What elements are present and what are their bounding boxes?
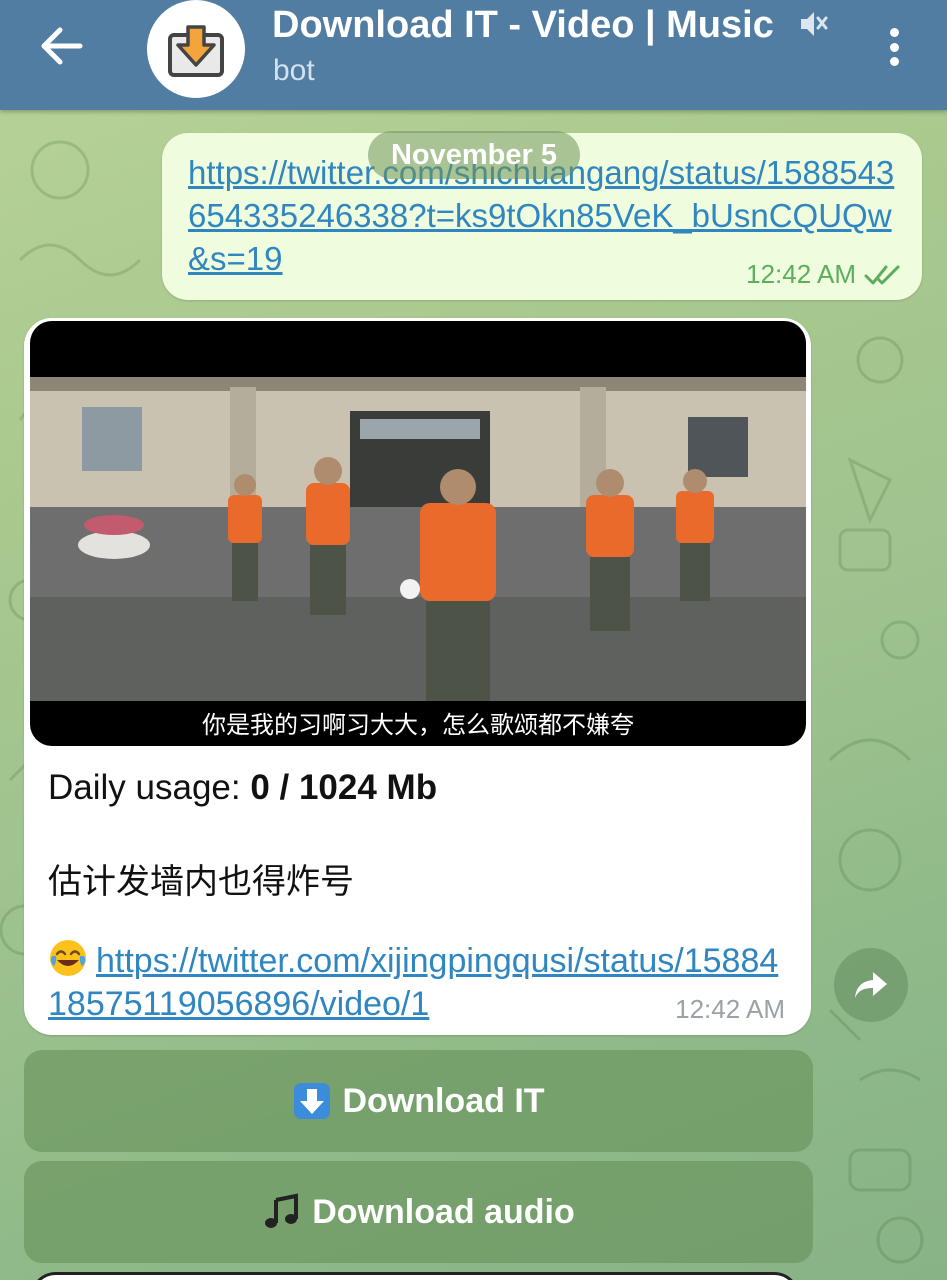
next-message-edge	[30, 1272, 800, 1280]
incoming-message[interactable]: 你是我的习啊习大大，怎么歌颂都不嫌夸 Daily usage: 0 / 1024…	[24, 318, 811, 1035]
video-subtitle: 你是我的习啊习大大，怎么歌颂都不嫌夸	[202, 711, 634, 739]
dot-icon	[889, 28, 899, 37]
incoming-link[interactable]: https://twitter.com/xijingpingqusi/statu…	[48, 942, 778, 1023]
download-it-label: Download IT	[342, 1081, 545, 1120]
download-box-icon	[168, 25, 224, 77]
more-menu-button[interactable]	[874, 22, 914, 72]
message-caption: 估计发墙内也得炸号	[48, 862, 354, 902]
download-audio-label: Download audio	[312, 1192, 575, 1231]
usage-label: Daily usage:	[48, 768, 251, 807]
double-check-icon	[864, 265, 900, 284]
forward-arrow-icon	[855, 972, 887, 998]
date-separator: November 5	[368, 131, 580, 179]
message-time: 12:42 AM	[675, 994, 785, 1024]
chat-header: Download IT - Video | Music bot	[0, 0, 947, 110]
message-meta: 12:42 AM	[746, 259, 904, 290]
download-audio-button[interactable]: Download audio	[24, 1161, 813, 1263]
music-note-emoji-icon	[265, 1193, 299, 1228]
chat-subtitle: bot	[273, 54, 315, 87]
mute-icon	[801, 12, 828, 36]
video-player[interactable]: 你是我的习啊习大大，怎么歌颂都不嫌夸	[30, 321, 806, 746]
arrow-left-icon	[41, 27, 83, 65]
usage-value: 0 / 1024 Mb	[250, 768, 438, 807]
back-button[interactable]	[30, 22, 94, 70]
message-time: 12:42 AM	[746, 259, 856, 289]
down-arrow-emoji-icon	[294, 1083, 331, 1119]
dot-icon	[889, 42, 899, 52]
forward-button[interactable]	[834, 948, 908, 1022]
dot-icon	[889, 57, 899, 66]
chat-title[interactable]: Download IT - Video | Music	[272, 4, 832, 50]
download-it-button[interactable]: Download IT	[24, 1050, 813, 1152]
joy-emoji-icon	[50, 940, 86, 976]
bot-avatar[interactable]	[147, 0, 245, 98]
video-thumbnail	[30, 377, 806, 701]
daily-usage: Daily usage: 0 / 1024 Mb	[48, 768, 437, 808]
